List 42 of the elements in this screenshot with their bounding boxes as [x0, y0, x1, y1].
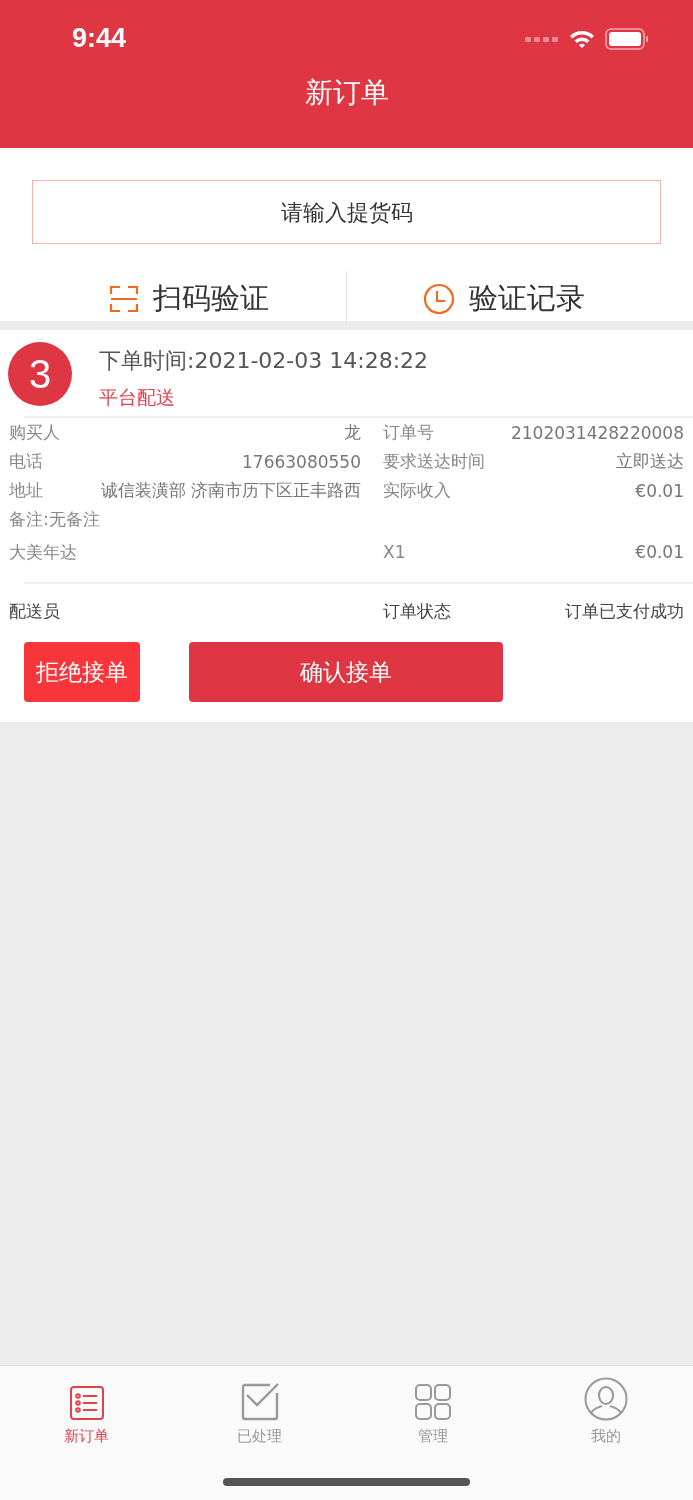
- tab-item[interactable]: 新订单: [0, 1376, 174, 1446]
- field-value: 诚信装潢部 济南市历下区正丰路西: [100, 479, 361, 502]
- reject-order-button[interactable]: 拒绝接单: [24, 642, 140, 702]
- wifi-icon: [569, 29, 595, 49]
- field-value: 立即送达: [616, 450, 684, 473]
- order-status: 订单已支付成功: [565, 599, 684, 623]
- field-label: 地址: [9, 479, 43, 502]
- user-icon: [584, 1377, 629, 1421]
- field-label: 电话: [9, 450, 43, 473]
- grid-icon: [414, 1383, 453, 1421]
- field-value: 17663080550: [242, 451, 361, 472]
- clock-icon: [423, 283, 455, 315]
- list-icon: [68, 1385, 105, 1421]
- field-value: 2102031428220008: [510, 422, 684, 443]
- field-label: 实际收入: [383, 479, 451, 502]
- item-price: €0.01: [635, 542, 684, 562]
- confirm-order-button[interactable]: 确认接单: [189, 642, 503, 702]
- courier-label: 配送员: [9, 599, 60, 623]
- delivery-type: 平台配送: [99, 385, 176, 410]
- pickup-code-field[interactable]: 请输入提货码: [32, 180, 661, 244]
- field-label: 要求送达时间: [383, 450, 485, 473]
- order-number-badge: 3: [8, 342, 72, 406]
- verify-history-button[interactable]: 验证记录: [347, 279, 661, 319]
- battery-icon: [605, 28, 649, 50]
- field-label: 订单状态: [383, 599, 451, 623]
- item-name: 大美年达: [9, 540, 77, 564]
- field-label: 购买人: [9, 421, 60, 444]
- order-note: 备注:无备注: [8, 508, 101, 531]
- status-time: 9:44: [72, 22, 127, 54]
- tab-item[interactable]: 我的: [519, 1376, 693, 1446]
- field-value: €0.01: [635, 480, 684, 501]
- tab-item[interactable]: 已处理: [173, 1376, 347, 1446]
- scan-verify-button[interactable]: 扫码验证: [32, 279, 346, 319]
- tab-item[interactable]: 管理: [346, 1376, 520, 1446]
- field-value: 龙: [344, 421, 361, 444]
- item-quantity: X1: [383, 542, 406, 562]
- signal-icon: [525, 35, 559, 43]
- order-time: 下单时间:2021-02-03 14:28:22: [99, 347, 429, 375]
- field-label: 订单号: [383, 421, 434, 444]
- page-title: 新订单: [303, 76, 390, 110]
- scan-icon: [109, 284, 139, 314]
- envelope-icon: [239, 1381, 280, 1421]
